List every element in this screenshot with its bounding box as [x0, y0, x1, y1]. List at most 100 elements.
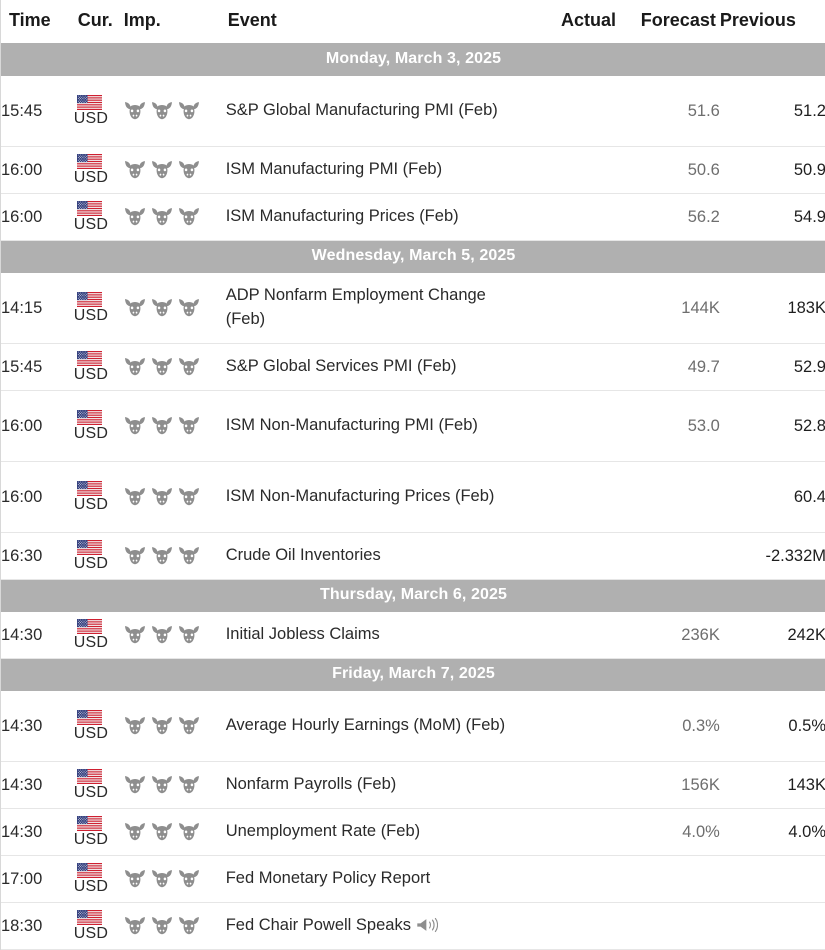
event-row[interactable]: 16:00 USD ISM Non-Manufacturing Prices (Fe…	[1, 461, 825, 533]
event-name-cell[interactable]: Nonfarm Payrolls (Feb)	[225, 761, 527, 809]
table-header: Time Cur. Imp. Event Actual Forecast Pre…	[1, 0, 825, 44]
event-row[interactable]: 15:45 USD S&P Global Services PMI (Feb) 49.…	[1, 343, 825, 391]
event-previous: 4.0%	[719, 808, 825, 856]
event-currency: USD	[71, 690, 124, 762]
event-time: 16:00	[1, 390, 72, 462]
column-header-previous[interactable]: Previous	[719, 0, 825, 44]
event-importance	[123, 75, 226, 147]
column-header-time[interactable]: Time	[1, 0, 72, 44]
event-previous: -2.332M	[719, 532, 825, 580]
event-forecast: 144K	[619, 272, 720, 344]
currency-code: USD	[73, 424, 109, 442]
event-name-cell[interactable]: ISM Manufacturing PMI (Feb)	[225, 146, 527, 194]
event-row[interactable]: 14:30 USD Nonfarm Payrolls (Feb) 156K 143K	[1, 761, 825, 809]
us-flag-icon	[77, 816, 102, 831]
event-name-cell[interactable]: S&P Global Manufacturing PMI (Feb)	[225, 75, 527, 147]
us-flag-icon	[77, 619, 102, 634]
event-forecast: 156K	[619, 761, 720, 809]
event-actual	[526, 690, 620, 762]
date-separator-row: Monday, March 3, 2025	[1, 43, 825, 76]
event-row[interactable]: 16:30 USD Crude Oil Inventories -2.332M	[1, 532, 825, 580]
event-row[interactable]: 16:00 USD ISM Non-Manufacturing PMI (Feb) 5…	[1, 390, 825, 462]
bull-head-icon	[124, 625, 146, 645]
event-forecast: 53.0	[619, 390, 720, 462]
us-flag-icon	[77, 201, 102, 216]
event-name-cell[interactable]: Unemployment Rate (Feb)	[225, 808, 527, 856]
bull-head-icon	[178, 207, 200, 227]
event-name-cell[interactable]: ISM Manufacturing Prices (Feb)	[225, 193, 527, 241]
event-row[interactable]: 16:00 USD ISM Manufacturing Prices (Feb) 56…	[1, 193, 825, 241]
event-time: 18:30	[1, 902, 72, 950]
event-name-cell[interactable]: ISM Non-Manufacturing Prices (Feb)	[225, 461, 527, 533]
event-name-cell[interactable]: ISM Non-Manufacturing PMI (Feb)	[225, 390, 527, 462]
currency-code: USD	[73, 365, 109, 383]
event-importance	[123, 272, 226, 344]
event-importance	[123, 343, 226, 391]
bull-head-icon	[178, 775, 200, 795]
event-time: 16:00	[1, 193, 72, 241]
event-row[interactable]: 18:30 USD Fed Chair Powell Speaks	[1, 902, 825, 950]
event-actual	[526, 761, 620, 809]
bull-head-icon	[178, 298, 200, 318]
importance-rating	[124, 775, 226, 795]
currency-code: USD	[73, 877, 109, 895]
bull-head-icon	[178, 822, 200, 842]
event-name-cell[interactable]: ADP Nonfarm Employment Change (Feb)	[225, 272, 527, 344]
event-name-cell[interactable]: Crude Oil Inventories	[225, 532, 527, 580]
column-header-event[interactable]: Event	[225, 0, 527, 44]
column-header-currency[interactable]: Cur.	[71, 0, 124, 44]
event-name-cell[interactable]: Fed Chair Powell Speaks	[225, 902, 527, 950]
bull-head-icon	[124, 207, 146, 227]
event-row[interactable]: 16:00 USD ISM Manufacturing PMI (Feb) 50.6 5…	[1, 146, 825, 194]
bull-head-icon	[151, 207, 173, 227]
importance-rating	[124, 487, 226, 507]
bull-head-icon	[178, 625, 200, 645]
column-header-forecast[interactable]: Forecast	[619, 0, 720, 44]
event-name: S&P Global Services PMI (Feb)	[225, 357, 457, 376]
event-actual	[526, 146, 620, 194]
bull-head-icon	[151, 869, 173, 889]
event-row[interactable]: 14:30 USD Unemployment Rate (Feb) 4.0% 4.0%	[1, 808, 825, 856]
event-name: Nonfarm Payrolls (Feb)	[225, 775, 397, 794]
table-body: Monday, March 3, 2025 15:45 USD S&P Global …	[1, 43, 825, 950]
event-name: Fed Chair Powell Speaks	[225, 916, 411, 935]
importance-rating	[124, 160, 226, 180]
economic-calendar-table: Time Cur. Imp. Event Actual Forecast Pre…	[1, 0, 825, 950]
event-name-cell[interactable]: S&P Global Services PMI (Feb)	[225, 343, 527, 391]
event-currency: USD	[71, 808, 124, 856]
event-actual	[526, 193, 620, 241]
currency-code: USD	[73, 554, 109, 572]
event-row[interactable]: 14:30 USD Average Hourly Earnings (MoM) (F…	[1, 690, 825, 762]
bull-head-icon	[124, 546, 146, 566]
event-name-cell[interactable]: Fed Monetary Policy Report	[225, 855, 527, 903]
bull-head-icon	[151, 357, 173, 377]
speaker-icon[interactable]	[416, 917, 438, 933]
event-forecast: 4.0%	[619, 808, 720, 856]
bull-head-icon	[151, 298, 173, 318]
column-header-actual[interactable]: Actual	[526, 0, 620, 44]
us-flag-icon	[77, 769, 102, 784]
bull-head-icon	[124, 357, 146, 377]
event-previous: 242K	[719, 611, 825, 659]
event-previous: 54.9	[719, 193, 825, 241]
event-forecast	[619, 461, 720, 533]
bull-head-icon	[151, 775, 173, 795]
bull-head-icon	[151, 822, 173, 842]
event-importance	[123, 532, 226, 580]
column-header-importance[interactable]: Imp.	[123, 0, 226, 44]
event-row[interactable]: 14:30 USD Initial Jobless Claims 236K 242K	[1, 611, 825, 659]
event-name-cell[interactable]: Initial Jobless Claims	[225, 611, 527, 659]
event-actual	[526, 461, 620, 533]
event-currency: USD	[71, 761, 124, 809]
event-actual	[526, 902, 620, 950]
date-separator-row: Wednesday, March 5, 2025	[1, 240, 825, 273]
event-row[interactable]: 15:45 USD S&P Global Manufacturing PMI (Fe…	[1, 75, 825, 147]
event-row[interactable]: 14:15 USD ADP Nonfarm Employment Change (F…	[1, 272, 825, 344]
event-time: 14:30	[1, 611, 72, 659]
event-time: 14:30	[1, 808, 72, 856]
currency-code: USD	[73, 495, 109, 513]
event-importance	[123, 146, 226, 194]
event-name-cell[interactable]: Average Hourly Earnings (MoM) (Feb)	[225, 690, 527, 762]
currency-code: USD	[73, 830, 109, 848]
event-row[interactable]: 17:00 USD Fed Monetary Policy Report	[1, 855, 825, 903]
